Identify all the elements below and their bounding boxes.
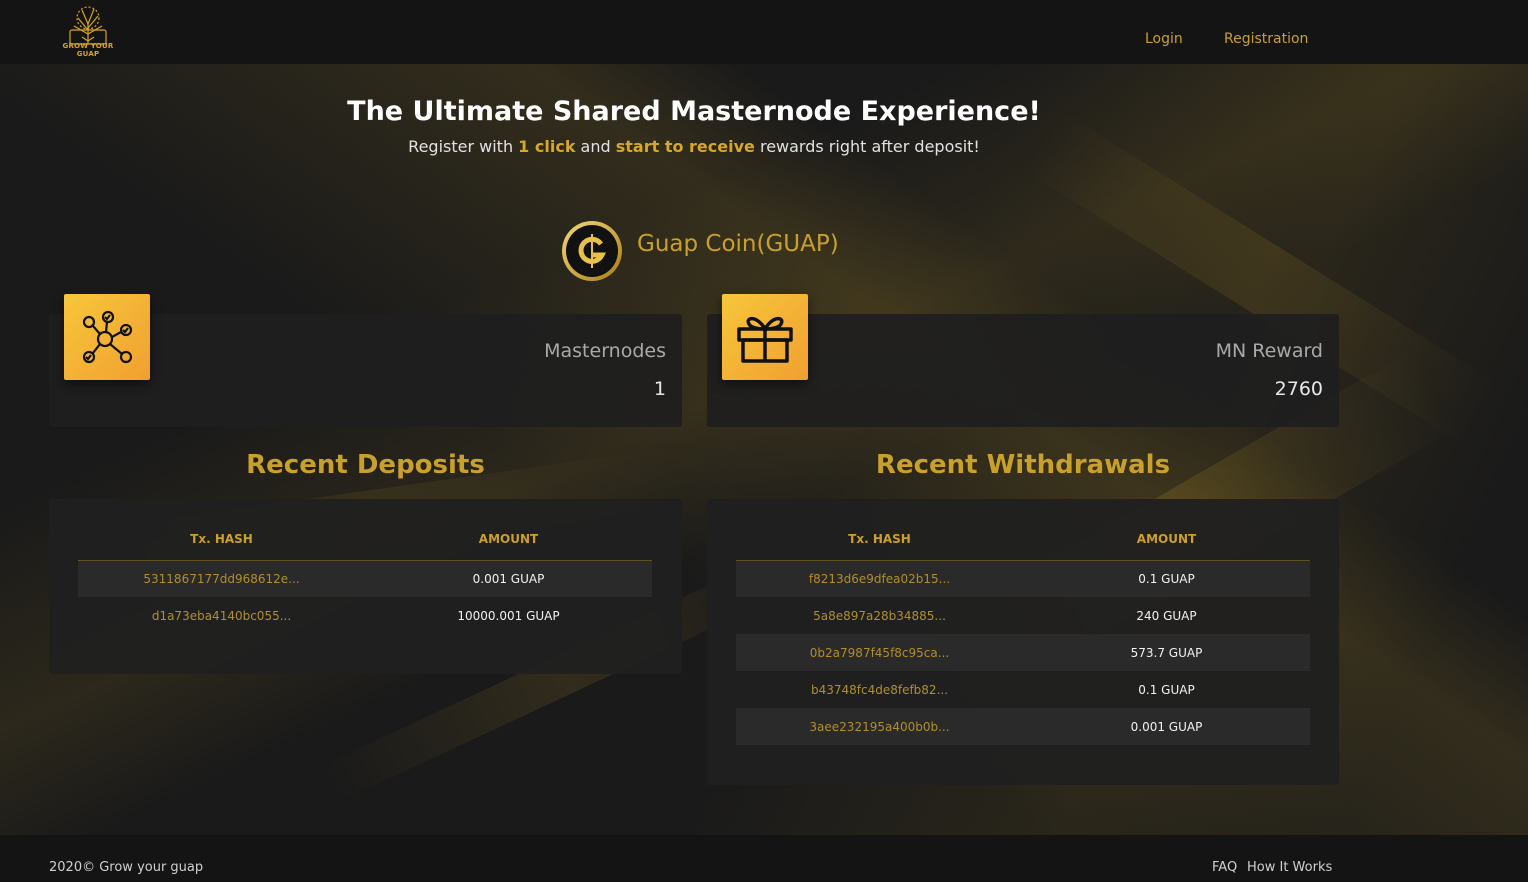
column-header-tx-hash: Tx. HASH <box>736 519 1023 561</box>
hero-sub-text: Register with <box>408 137 519 156</box>
table-row: 3aee232195a400b0b... 0.001 GUAP <box>736 708 1310 745</box>
tx-hash-link[interactable]: 5311867177dd968612e... <box>78 560 365 597</box>
table-row: f8213d6e9dfea02b15... 0.1 GUAP <box>736 560 1310 597</box>
table-row: 5311867177dd968612e... 0.001 GUAP <box>78 560 652 597</box>
amount-cell: 240 GUAP <box>1136 608 1197 623</box>
column-header-amount: AMOUNT <box>1023 519 1310 561</box>
hero-subtitle: Register with 1 click and start to recei… <box>0 137 1388 156</box>
footer-faq-link[interactable]: FAQ <box>1212 860 1237 875</box>
nav-login-link[interactable]: Login <box>1145 31 1183 47</box>
amount-cell: 0.001 GUAP <box>365 560 652 597</box>
hero-highlight-start: start to receive <box>615 137 755 156</box>
column-header-amount: AMOUNT <box>365 519 652 561</box>
masternodes-card: Masternodes 1 <box>49 294 682 427</box>
table-row: b43748fc4de8fefb82... 0.1 GUAP <box>736 671 1310 708</box>
withdrawals-table-card: Tx. HASH AMOUNT f8213d6e9dfea02b15... 0.… <box>707 499 1339 785</box>
gift-icon <box>722 294 808 380</box>
tx-hash-link[interactable]: f8213d6e9dfea02b15... <box>736 560 1023 597</box>
deposits-table-card: Tx. HASH AMOUNT 5311867177dd968612e... 0… <box>49 499 682 674</box>
table-row: d1a73eba4140bc055... 10000.001 GUAP <box>78 597 652 634</box>
hero-sub-text: and <box>575 137 616 156</box>
recent-withdrawals-title: Recent Withdrawals <box>875 450 1171 480</box>
mn-reward-value: 2760 <box>1274 378 1323 400</box>
footer-how-it-works-link[interactable]: How It Works <box>1247 860 1332 875</box>
amount-cell: 0.1 GUAP <box>1023 560 1310 597</box>
tx-hash-link[interactable]: 3aee232195a400b0b... <box>736 708 1023 745</box>
hero-title: The Ultimate Shared Masternode Experienc… <box>347 96 1041 127</box>
coin-name: Guap Coin(GUAP) <box>637 231 839 257</box>
page-footer: 2020© Grow your guap FAQ How It Works <box>0 835 1528 882</box>
nav-registration-link[interactable]: Registration <box>1224 31 1308 47</box>
tx-hash-link[interactable]: 5a8e897a28b34885... <box>736 597 1023 634</box>
tx-hash-link[interactable]: 0b2a7987f45f8c95ca... <box>736 634 1023 671</box>
deposits-table: Tx. HASH AMOUNT 5311867177dd968612e... 0… <box>78 519 652 634</box>
withdrawals-table: Tx. HASH AMOUNT f8213d6e9dfea02b15... 0.… <box>736 519 1310 745</box>
masternodes-value: 1 <box>653 378 666 400</box>
hero-sub-text: rewards right after deposit! <box>754 137 980 156</box>
hero-highlight-one-click: 1 click <box>518 137 576 156</box>
amount-cell: 0.001 GUAP <box>1023 708 1310 745</box>
table-row: 5a8e897a28b34885... 240 GUAP <box>736 597 1310 634</box>
amount-cell: 573.7 GUAP <box>1023 634 1310 671</box>
masternodes-label: Masternodes <box>544 340 666 362</box>
amount-cell: 0.1 GUAP <box>1138 682 1195 697</box>
logo-text: GROW YOUR GUAP <box>62 42 114 58</box>
tx-hash-link[interactable]: b43748fc4de8fefb82... <box>736 671 1023 708</box>
site-logo[interactable]: GROW YOUR GUAP <box>50 4 126 58</box>
network-nodes-icon <box>64 294 150 380</box>
table-row: 0b2a7987f45f8c95ca... 573.7 GUAP <box>736 634 1310 671</box>
footer-copyright: 2020© Grow your guap <box>49 860 204 875</box>
mn-reward-label: MN Reward <box>1215 340 1323 362</box>
mn-reward-card: MN Reward 2760 <box>707 294 1339 427</box>
column-header-tx-hash: Tx. HASH <box>78 519 365 561</box>
guap-coin-logo-icon <box>561 220 623 282</box>
recent-deposits-title: Recent Deposits <box>246 450 485 480</box>
amount-cell: 10000.001 GUAP <box>457 608 560 623</box>
top-header: GROW YOUR GUAP Login Registration <box>0 0 1528 64</box>
tx-hash-link[interactable]: d1a73eba4140bc055... <box>78 597 365 634</box>
